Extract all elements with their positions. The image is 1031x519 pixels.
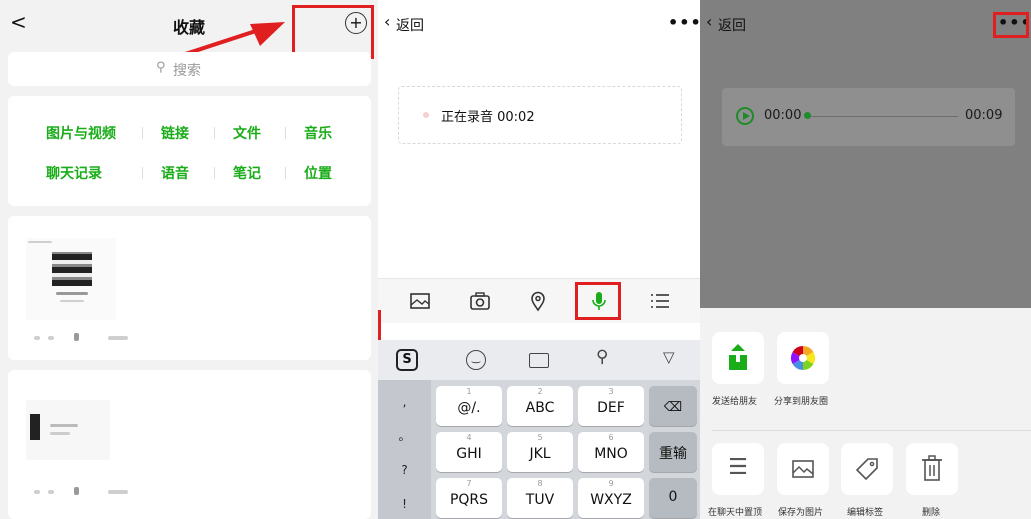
search-icon: ⚲ [156,60,166,75]
back-button[interactable]: 返回 [718,15,746,35]
retype-key[interactable]: 重输 [649,432,697,472]
key-6[interactable]: 6 MNO [578,432,644,472]
moments-icon [790,346,816,370]
trash-icon [922,455,942,481]
category-links[interactable]: 链接 [161,123,189,143]
key-1[interactable]: 1 @/. [436,386,502,426]
key-7[interactable]: 7 PQRS [436,478,502,518]
share-export-icon [729,344,747,370]
progress-track[interactable] [808,116,958,117]
search-input[interactable]: ⚲ 搜索 [8,52,371,86]
send-to-friend-label: 发送给朋友 [712,397,758,407]
thumbnail [26,238,116,320]
top-bar: ‹ 返回 ••• [378,0,700,48]
symbol-column: , 。 ? ! [378,380,431,519]
progress-handle[interactable] [804,112,811,119]
share-moments-button[interactable] [777,332,829,384]
key-3[interactable]: 3 DEF [578,386,644,426]
divider [712,430,1031,431]
search-placeholder: 搜索 [173,63,201,79]
list-icon[interactable] [648,289,672,313]
category-location[interactable]: 位置 [304,163,332,183]
recording-block: 正在录音 00:02 [398,86,682,144]
category-music[interactable]: 音乐 [304,123,332,143]
sogou-logo-icon[interactable]: S [396,349,418,371]
key-4[interactable]: 4 GHI [436,432,502,472]
key-9[interactable]: 9 WXYZ [578,478,644,518]
favorite-item[interactable] [8,370,371,519]
editor-toolbar [378,278,700,323]
send-to-friend-button[interactable] [712,332,764,384]
recording-dot [423,112,429,118]
back-icon[interactable]: ‹ [706,12,712,31]
camera-icon[interactable] [468,289,492,313]
highlight-box [993,12,1029,38]
keyboard-icon[interactable] [529,353,549,368]
edit-tag-button[interactable] [841,443,893,495]
pin-top-button[interactable]: ☰ [712,443,764,495]
emoji-icon[interactable]: ‿ [466,350,486,370]
category-photos-videos[interactable]: 图片与视频 [46,123,116,143]
divider [142,167,143,179]
image-icon[interactable] [408,289,432,313]
more-icon[interactable]: ••• [668,13,700,32]
key-2[interactable]: 2 ABC [507,386,573,426]
total-time: 00:09 [965,108,1003,123]
divider [142,127,143,139]
save-image-label: 保存为图片 [778,508,824,518]
symbol-key[interactable]: ! [380,488,429,519]
pin-top-label: 在聊天中置顶 [708,508,763,518]
divider [285,167,286,179]
tag-icon [855,458,878,481]
category-files[interactable]: 文件 [233,123,261,143]
keyboard: , 。 ? ! 1 @/. 2 ABC 3 DEF ⌫ 4 GHI 5 JKL 6 MNO … [378,380,700,519]
delete-button[interactable] [906,443,958,495]
key-0[interactable]: 0 [649,478,697,518]
blurred-qr-image [52,252,92,286]
category-voice[interactable]: 语音 [161,163,189,183]
divider [214,167,215,179]
delete-label: 删除 [922,508,941,518]
thumbnail [26,400,110,460]
search-icon[interactable]: ⚲ [596,347,608,367]
collapse-icon[interactable]: ▽ [663,348,675,366]
back-icon[interactable]: ‹ [384,12,390,31]
pin-top-icon: ☰ [728,455,748,480]
edit-tag-label: 编辑标签 [847,508,884,518]
recording-status: 正在录音 00:02 [441,110,535,125]
note-recording-panel: ‹ 返回 ••• 正在录音 00:02 S ‿ ⚲ ▽ , 。 ? ! 1 @/… [378,0,700,519]
save-image-icon [792,460,814,478]
highlight-box [575,282,621,320]
back-button[interactable]: 返回 [396,15,424,35]
backspace-key[interactable]: ⌫ [649,386,697,426]
play-icon[interactable] [736,107,754,125]
favorites-panel: < 收藏 + ⚲ 搜索 图片与视频 链接 文件 音乐 聊天记录 语音 笔记 位置 [0,0,378,519]
category-grid: 图片与视频 链接 文件 音乐 聊天记录 语音 笔记 位置 [8,96,371,206]
voice-note-panel: ‹ 返回 ••• 00:00 00:09 发送给朋友 分享到朋友圈 ☰ 在聊天中… [700,0,1031,519]
favorite-item[interactable] [8,216,371,360]
divider [214,127,215,139]
voice-player: 00:00 00:09 [722,88,1015,146]
symbol-key[interactable]: 。 [380,420,429,452]
keyboard-top-bar: S ‿ ⚲ ▽ [378,340,700,380]
key-5[interactable]: 5 JKL [507,432,573,472]
current-time: 00:00 [764,108,802,123]
save-image-button[interactable] [777,443,829,495]
key-8[interactable]: 8 TUV [507,478,573,518]
divider [285,127,286,139]
dimmed-background: ‹ 返回 ••• 00:00 00:09 [700,0,1031,308]
category-notes[interactable]: 笔记 [233,163,261,183]
symbol-key[interactable]: , [380,386,429,418]
symbol-key[interactable]: ? [380,454,429,486]
location-icon[interactable] [526,289,550,313]
category-chat-history[interactable]: 聊天记录 [46,163,102,183]
share-moments-label: 分享到朋友圈 [774,397,829,407]
highlight-box [292,5,374,59]
